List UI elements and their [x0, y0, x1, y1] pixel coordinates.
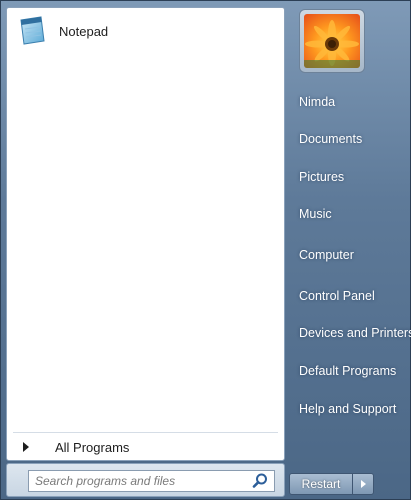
link-label: Pictures	[299, 170, 345, 184]
link-devices-printers[interactable]: Devices and Printers	[290, 316, 411, 350]
magnifier-icon[interactable]	[250, 471, 270, 491]
link-user-folder[interactable]: Nimda	[290, 85, 411, 119]
shutdown-options-button[interactable]	[352, 473, 374, 495]
link-label: Control Panel	[299, 289, 375, 303]
flower-picture-icon	[304, 14, 360, 68]
link-pictures[interactable]: Pictures	[290, 160, 411, 194]
link-label: Nimda	[299, 95, 336, 109]
search-box	[28, 470, 275, 492]
link-control-panel[interactable]: Control Panel	[290, 279, 411, 313]
link-label: Documents	[299, 132, 363, 146]
link-documents[interactable]: Documents	[290, 122, 411, 156]
avatar[interactable]	[299, 9, 365, 73]
restart-label: Restart	[301, 477, 341, 491]
divider	[13, 432, 278, 433]
all-programs-button[interactable]: All Programs	[11, 434, 279, 460]
link-music[interactable]: Music	[290, 197, 411, 231]
search-area	[6, 463, 285, 497]
program-label: Notepad	[59, 23, 109, 39]
link-default-programs[interactable]: Default Programs	[290, 354, 411, 388]
triangle-right-icon	[23, 442, 29, 452]
link-computer[interactable]: Computer	[290, 238, 411, 272]
start-menu: Notepad All Programs Search programs and…	[0, 0, 411, 500]
link-label: Default Programs	[299, 364, 397, 378]
program-item-notepad[interactable]: Notepad	[10, 12, 280, 50]
all-programs-label: All Programs	[55, 439, 130, 455]
programs-pane: Notepad All Programs	[6, 7, 285, 461]
link-label: Music	[299, 207, 332, 221]
arrow-right-icon	[360, 480, 366, 488]
link-help-support[interactable]: Help and Support	[290, 392, 411, 426]
link-label: Computer	[299, 248, 354, 262]
link-label: Help and Support	[299, 402, 397, 416]
restart-button[interactable]: Restart	[289, 473, 353, 495]
search-input[interactable]	[29, 471, 250, 491]
notepad-icon	[15, 14, 49, 48]
link-label: Devices and Printers	[299, 326, 411, 340]
